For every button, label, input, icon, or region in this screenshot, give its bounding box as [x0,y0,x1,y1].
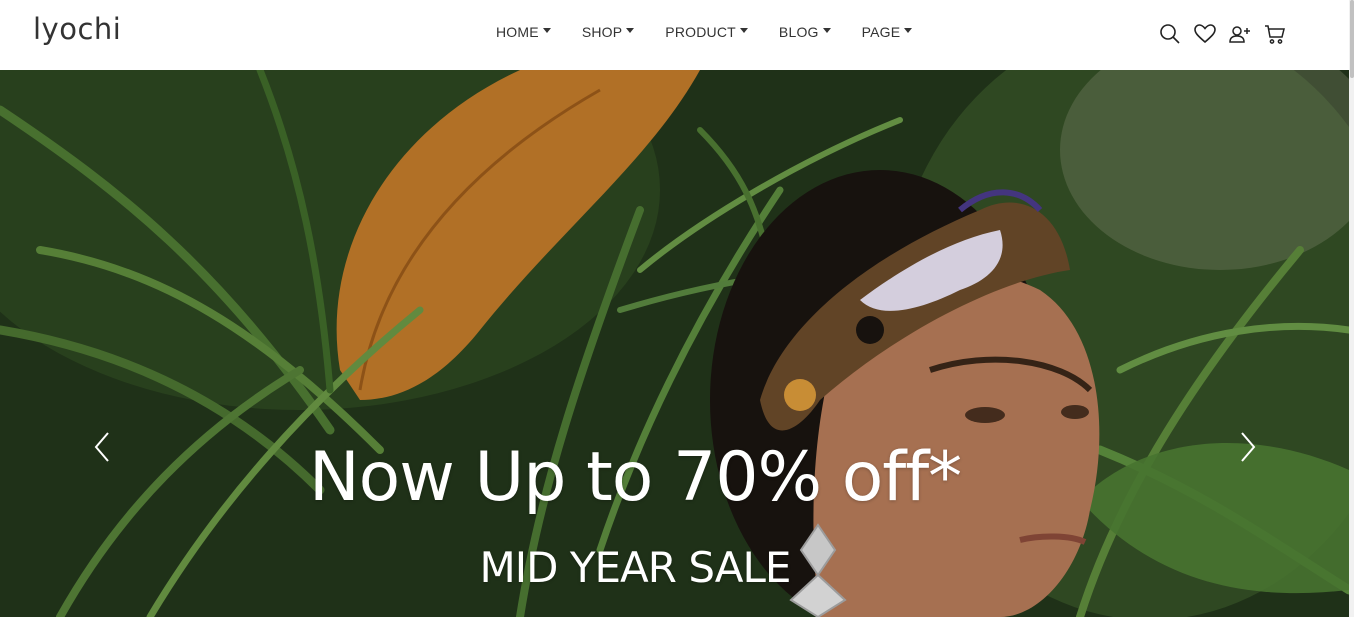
hero-title: Now Up to 70% off* [308,438,962,517]
cart-icon[interactable] [1263,22,1287,46]
chevron-right-icon[interactable] [1236,430,1260,464]
site-header: lyochi HOME SHOP PRODUCT BLOG PAGE [0,0,1349,70]
nav-item-shop[interactable]: SHOP [581,24,635,40]
caret-down-icon [739,27,748,33]
header-actions [1158,22,1298,46]
main-nav: HOME SHOP PRODUCT BLOG PAGE [496,24,943,40]
hero-background-image [0,70,1349,617]
nav-item-blog[interactable]: BLOG [779,24,831,40]
hero-subtitle: MID YEAR SALE [479,543,792,592]
nav-item-label: SHOP [581,24,623,40]
caret-down-icon [904,27,913,33]
caret-down-icon [822,27,831,33]
hero-slider: Now Up to 70% off* MID YEAR SALE [0,70,1349,617]
scrollbar-thumb[interactable] [1350,0,1354,78]
nav-item-product[interactable]: PRODUCT [665,24,748,40]
nav-item-label: HOME [496,24,539,40]
nav-item-label: PRODUCT [665,24,736,40]
nav-item-page[interactable]: PAGE [862,24,913,40]
brand-logo[interactable]: lyochi [33,12,121,46]
caret-down-icon [626,27,635,33]
caret-down-icon [542,27,551,33]
nav-item-label: PAGE [861,24,901,40]
search-icon[interactable] [1158,22,1182,46]
nav-item-home[interactable]: HOME [496,24,551,40]
chevron-left-icon[interactable] [90,430,114,464]
scrollbar-track[interactable] [1349,0,1354,617]
user-add-icon[interactable] [1228,22,1252,46]
nav-item-label: BLOG [778,24,819,40]
heart-icon[interactable] [1193,22,1217,46]
